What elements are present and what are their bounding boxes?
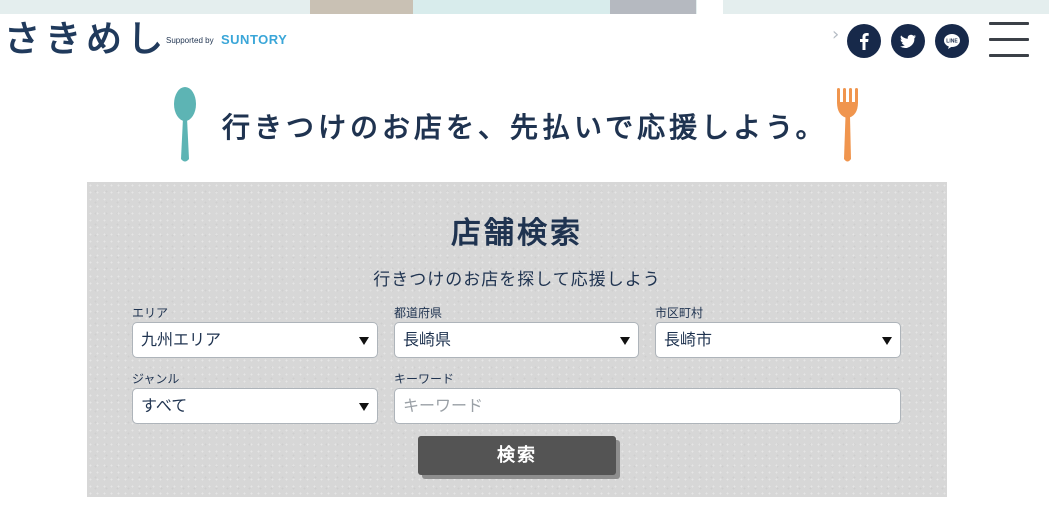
genre-select[interactable]: すべて — [132, 388, 378, 424]
line-icon-label: LINE — [946, 39, 958, 45]
chevron-right-icon: › — [832, 24, 840, 45]
hero-image-segment — [610, 0, 696, 14]
fork-icon — [837, 88, 858, 162]
search-button[interactable]: 検索 — [418, 436, 616, 475]
hero-image-segment — [413, 0, 610, 14]
prefecture-select[interactable]: 長崎県 — [394, 322, 639, 358]
tagline-row: 行きつけのお店を、先払いで応援しよう。 — [170, 86, 870, 166]
city-select-value: 長崎市 — [664, 330, 713, 349]
city-select[interactable]: 長崎市 — [655, 322, 901, 358]
menu-icon[interactable] — [989, 22, 1029, 58]
dropdown-arrow-icon — [882, 337, 892, 345]
keyword-placeholder: キーワード — [403, 396, 484, 415]
prefecture-label: 都道府県 — [394, 306, 443, 320]
page: さきめし Supported by SUNTORY ›め LINE 行きつけのお… — [0, 0, 1049, 515]
hero-image-segment — [310, 0, 413, 14]
area-select[interactable]: 九州エリア — [132, 322, 378, 358]
hero-image-strip — [0, 0, 1049, 14]
site-logo[interactable]: さきめし — [4, 20, 168, 60]
search-title: 店舗検索 — [451, 216, 583, 251]
twitter-icon[interactable] — [891, 24, 925, 58]
dropdown-arrow-icon — [359, 403, 369, 411]
hero-image-segment — [697, 0, 723, 14]
search-subtitle: 行きつけのお店を探して応援しよう — [373, 270, 661, 290]
menu-icon-bar — [989, 54, 1029, 57]
menu-icon-bar — [989, 38, 1029, 41]
facebook-icon[interactable] — [847, 24, 881, 58]
prefecture-select-value: 長崎県 — [403, 330, 452, 349]
keyword-input[interactable]: キーワード — [394, 388, 901, 424]
area-select-value: 九州エリア — [141, 330, 222, 349]
tagline: 行きつけのお店を、先払いで応援しよう。 — [222, 111, 828, 144]
area-label: エリア — [132, 306, 169, 320]
store-search-panel: 店舗検索 行きつけのお店を探して応援しよう エリア 九州エリア 都道府県 長崎県… — [87, 182, 947, 497]
genre-select-value: すべて — [141, 396, 188, 415]
city-label: 市区町村 — [655, 306, 704, 320]
line-icon[interactable]: LINE — [935, 24, 969, 58]
keyword-label: キーワード — [394, 372, 455, 386]
genre-label: ジャンル — [132, 372, 180, 386]
dropdown-arrow-icon — [359, 337, 369, 345]
menu-icon-bar — [989, 22, 1029, 25]
sponsor-logo[interactable]: SUNTORY — [221, 32, 287, 47]
supported-by-label: Supported by — [166, 36, 214, 45]
spoon-icon — [174, 87, 196, 162]
dropdown-arrow-icon — [620, 337, 630, 345]
